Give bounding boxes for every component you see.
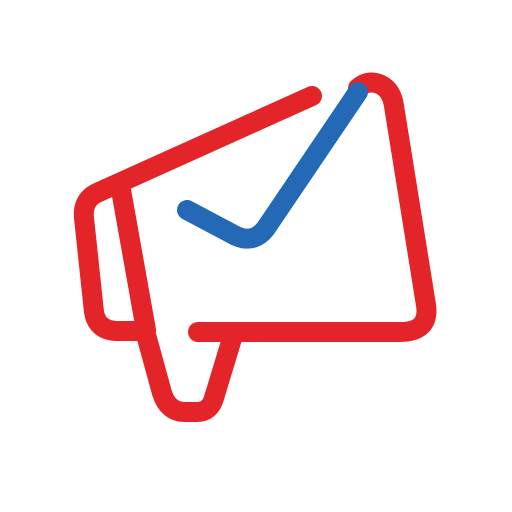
envelope-right-edge xyxy=(188,72,437,342)
icon-canvas xyxy=(0,0,512,512)
megaphone-envelope-check-icon xyxy=(73,72,437,422)
megaphone-inner-edge xyxy=(111,180,156,340)
megaphone-outline xyxy=(73,86,322,422)
